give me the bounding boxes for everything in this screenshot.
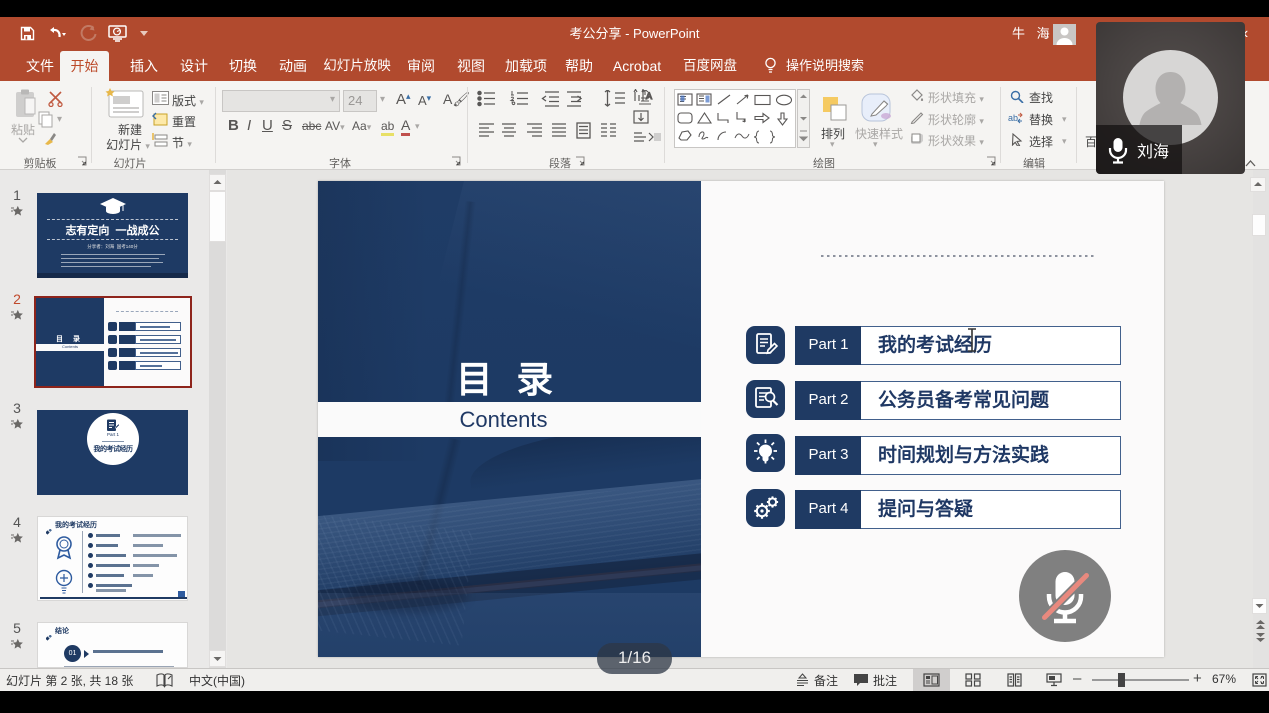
svg-text:ab: ab — [1008, 113, 1018, 123]
svg-text:A: A — [646, 91, 652, 101]
